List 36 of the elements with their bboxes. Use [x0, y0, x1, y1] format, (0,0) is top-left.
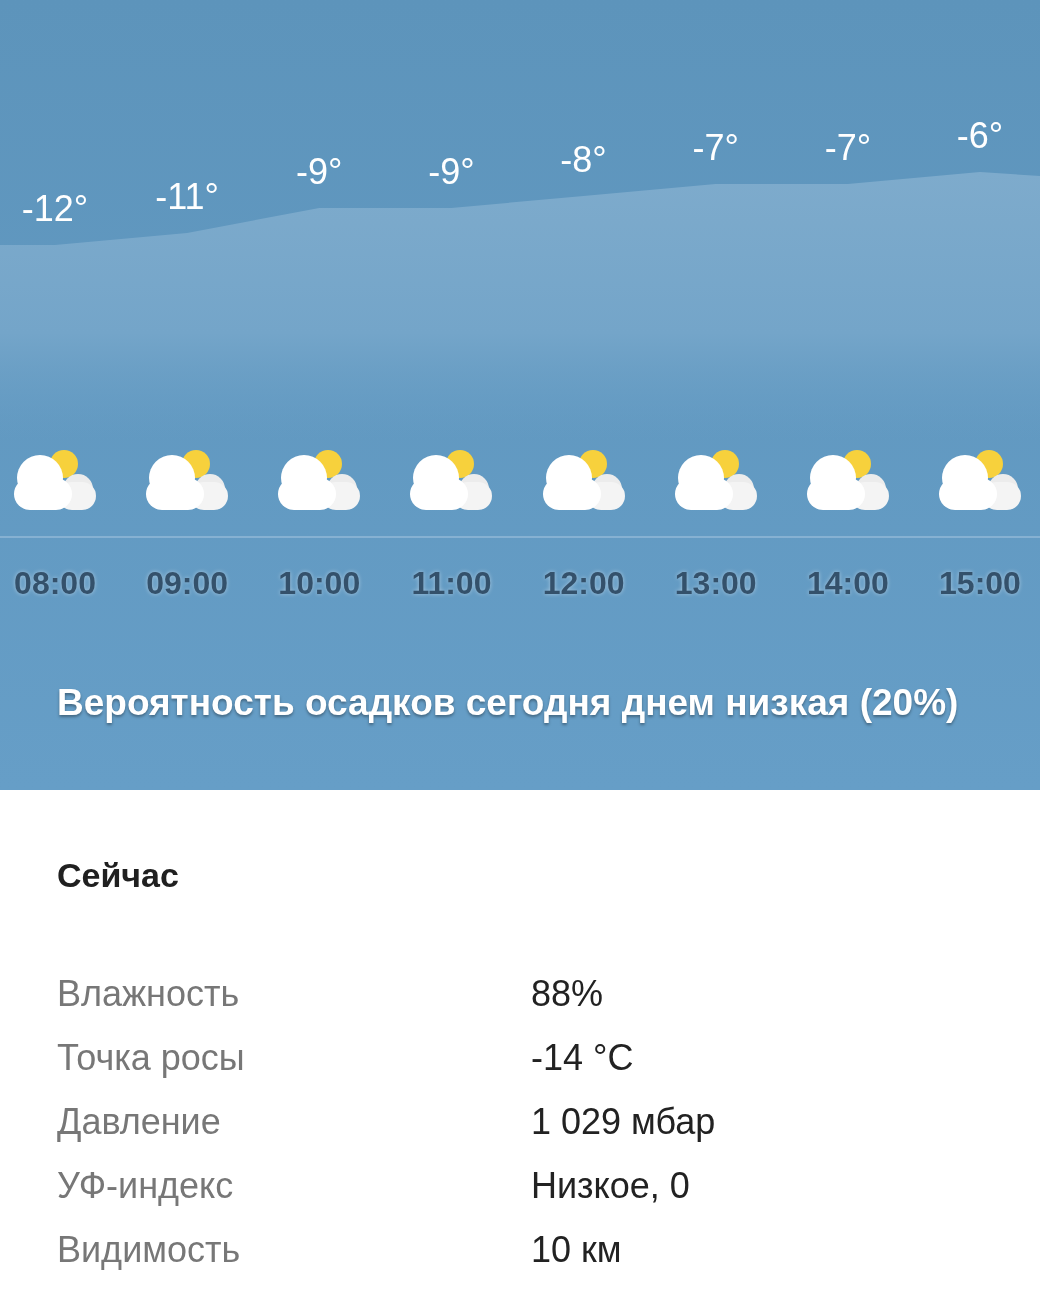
- hour-label: 08:00: [14, 564, 96, 603]
- condition-value: 88%: [531, 972, 604, 1016]
- temperature-label: -11°: [155, 177, 219, 217]
- temperature-label: -9°: [296, 152, 343, 192]
- cloud-sun-icon: [806, 448, 889, 510]
- hour-label: 11:00: [411, 564, 492, 603]
- condition-value: 10 км: [531, 1228, 622, 1272]
- temperature-label: -8°: [560, 140, 607, 180]
- hour-label: 09:00: [146, 564, 229, 603]
- condition-label: Видимость: [57, 1228, 241, 1272]
- hour-label: 10:00: [278, 564, 361, 603]
- cloud-sun-icon: [146, 448, 229, 510]
- hour-label: 12:00: [542, 564, 625, 603]
- temperature-label: -12°: [21, 189, 89, 229]
- hour-label: 13:00: [674, 564, 757, 603]
- cloud-sun-icon: [410, 448, 493, 510]
- temperature-label: -6°: [956, 116, 1004, 156]
- temperature-label: -7°: [824, 128, 872, 168]
- condition-value: Низкое, 0: [531, 1164, 690, 1208]
- cloud-sun-icon: [14, 448, 96, 510]
- cloud-sun-icon: [278, 448, 361, 510]
- condition-label: Давление: [57, 1100, 221, 1144]
- temperature-label: -7°: [692, 128, 739, 168]
- condition-value: 1 029 мбар: [531, 1100, 716, 1144]
- condition-label: Точка росы: [57, 1036, 245, 1080]
- condition-label: УФ-индекс: [57, 1164, 234, 1208]
- cloud-sun-icon: [674, 448, 757, 510]
- precipitation-summary: Вероятность осадков сегодня днем низкая (20%): [57, 682, 959, 723]
- section-title: Сейчас: [57, 855, 179, 895]
- condition-value: -14 °C: [531, 1036, 634, 1080]
- temperature-label: -9°: [428, 152, 475, 192]
- condition-label: Влажность: [57, 972, 240, 1016]
- cloud-sun-icon: [542, 448, 625, 510]
- cloud-sun-icon: [939, 448, 1021, 510]
- hour-label: 14:00: [806, 564, 889, 603]
- hour-label: 15:00: [939, 564, 1021, 603]
